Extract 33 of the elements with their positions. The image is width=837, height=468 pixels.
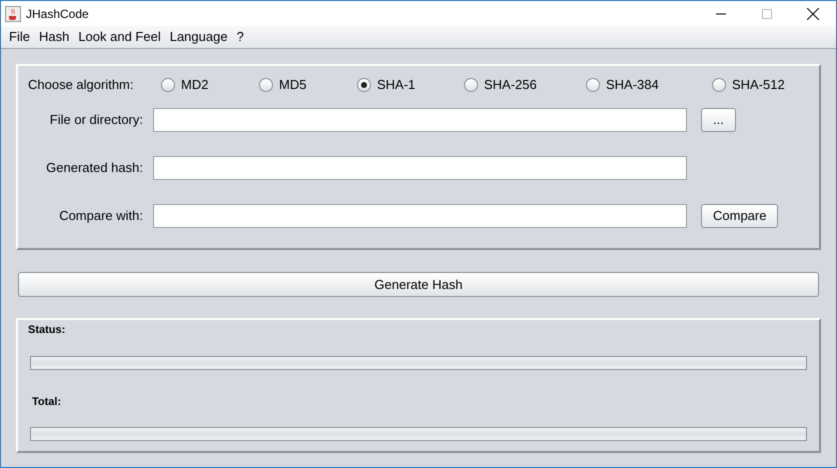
field-label: Generated hash:	[45, 159, 143, 178]
progress-label: Total:	[32, 394, 62, 410]
progress-label: Status:	[28, 323, 66, 338]
window-title: JHashCode	[26, 6, 89, 22]
menu-item[interactable]: Look and Feel	[76, 27, 163, 47]
radio-button[interactable]	[712, 78, 726, 92]
radio-button[interactable]	[161, 78, 175, 92]
menu-item[interactable]: File	[7, 27, 32, 47]
radio-label: MD2	[181, 76, 208, 94]
form-button[interactable]: Compare	[701, 204, 778, 228]
text-field[interactable]	[153, 204, 687, 228]
radio-label: SHA-512	[732, 76, 785, 94]
radio-label: SHA-384	[606, 76, 659, 94]
menu-item[interactable]: Hash	[36, 27, 72, 47]
coffee-cup-icon	[5, 6, 21, 22]
radio-label: SHA-1	[377, 76, 416, 94]
radio-button[interactable]	[586, 78, 600, 92]
field-label: File or directory:	[48, 111, 143, 130]
form-button[interactable]: ...	[701, 108, 736, 132]
radio-label: MD5	[279, 76, 306, 94]
algorithm-label: Choose algorithm:	[28, 76, 134, 94]
radio-button[interactable]	[259, 78, 273, 92]
close-icon	[807, 8, 819, 20]
generate-hash-button[interactable]: Generate Hash	[18, 272, 819, 297]
menu-item[interactable]: ?	[234, 27, 246, 47]
text-field[interactable]	[153, 156, 687, 180]
radio-button[interactable]	[357, 78, 371, 92]
radio-button[interactable]	[464, 78, 478, 92]
text-field[interactable]	[153, 108, 687, 132]
maximize-icon	[762, 8, 772, 18]
radio-label: SHA-256	[484, 76, 537, 94]
menu-item[interactable]: Language	[168, 27, 230, 47]
field-label: Compare with:	[58, 207, 143, 226]
